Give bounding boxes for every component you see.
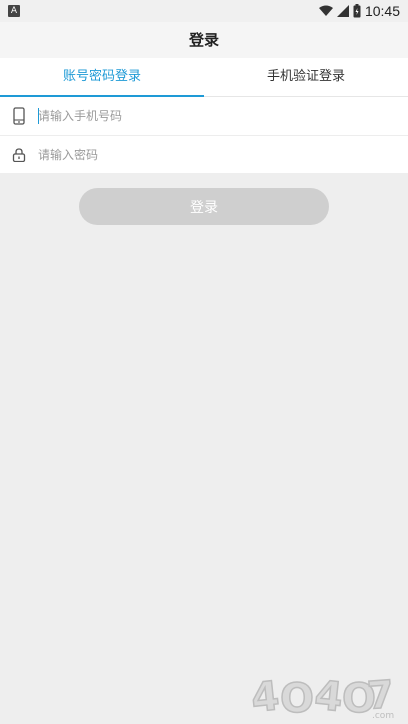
tab-account-password-label: 账号密码登录 — [62, 69, 141, 84]
login-button[interactable]: 登录 — [79, 188, 329, 225]
svg-text:O: O — [280, 676, 314, 720]
tab-phone-verification-label: 手机验证登录 — [266, 69, 345, 84]
login-mode-tabs: 账号密码登录 手机验证登录 — [0, 58, 408, 97]
tab-phone-verification[interactable]: 手机验证登录 — [204, 58, 408, 96]
phone-field-row — [0, 97, 408, 135]
notification-a-icon: A — [8, 5, 20, 17]
phone-number-input[interactable] — [38, 98, 408, 134]
svg-text:4: 4 — [312, 672, 344, 720]
app-header: 登录 — [0, 22, 408, 58]
login-form — [0, 97, 408, 173]
wifi-icon — [318, 5, 333, 16]
signal-icon — [336, 5, 349, 17]
status-bar: A 10:45 — [0, 0, 408, 22]
phone-icon — [0, 97, 38, 135]
text-cursor — [38, 108, 39, 124]
password-field-row — [0, 135, 408, 173]
status-icons: 10:45 — [318, 2, 400, 20]
tab-account-password[interactable]: 账号密码登录 — [0, 58, 204, 97]
battery-icon — [353, 4, 361, 18]
password-input[interactable] — [38, 136, 408, 173]
svg-text:.com: .com — [372, 711, 394, 720]
lock-icon — [0, 136, 38, 174]
watermark-logo: 4 O 4 O 7 .com — [250, 671, 396, 720]
page-title: 登录 — [188, 31, 219, 49]
status-time: 10:45 — [364, 3, 400, 19]
svg-text:4: 4 — [250, 673, 281, 720]
